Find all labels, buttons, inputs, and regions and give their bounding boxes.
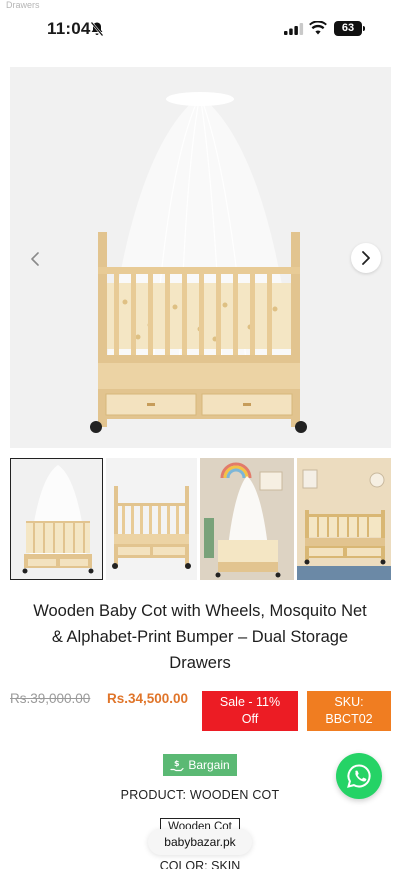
status-bar: 11:04 63 [0, 14, 400, 44]
sku-badge: SKU: BBCT02 [307, 691, 391, 731]
thumbnail-image [199, 458, 294, 580]
product-title-line: Wooden Baby Cot with Wheels, Mosquito Ne… [33, 602, 367, 620]
status-time: 11:04 [47, 19, 91, 38]
sale-badge-line: Off [241, 712, 259, 726]
product-main-image[interactable] [10, 67, 391, 448]
battery-icon: 63 [334, 21, 365, 36]
thumbnail-image [22, 465, 94, 574]
product-title-line: Drawers [169, 654, 231, 672]
chevron-left-icon [31, 252, 39, 266]
wifi-icon [309, 21, 327, 35]
breadcrumb: Drawers [6, 0, 40, 10]
whatsapp-chat-button[interactable] [336, 753, 382, 799]
thumbnail-2[interactable] [106, 458, 197, 580]
thumbnail-strip [10, 458, 391, 580]
carousel-prev-button[interactable] [20, 244, 50, 274]
product-color-line: COLOR: SKIN [159, 859, 241, 869]
svg-text:$: $ [174, 759, 180, 768]
cot-illustration [10, 67, 391, 448]
browser-url-bar[interactable]: babybazar.pk [148, 829, 252, 855]
thumbnail-3[interactable] [199, 458, 294, 580]
bargain-label: Bargain [188, 758, 230, 772]
thumbnail-image [296, 458, 391, 580]
carousel-next-button[interactable] [351, 243, 381, 273]
thumbnail-4[interactable] [296, 458, 391, 580]
sku-value: BBCT02 [325, 712, 373, 726]
product-title: Wooden Baby Cot with Wheels, Mosquito Ne… [6, 598, 394, 676]
chevron-right-icon [362, 251, 370, 265]
old-price: Rs.39,000.00 [10, 691, 91, 706]
product-title-line: & Alphabet-Print Bumper – Dual Storage [51, 628, 349, 646]
whatsapp-icon [347, 764, 371, 788]
signal-icon [284, 23, 304, 35]
bargain-button[interactable]: $ Bargain [163, 754, 237, 776]
sale-price: Rs.34,500.00 [107, 691, 189, 706]
sale-badge: Sale - 11% Off [202, 691, 298, 731]
hand-money-icon: $ [170, 759, 184, 772]
sale-badge-line: Sale - 11% [219, 695, 281, 709]
bell-slash-icon [90, 21, 104, 37]
thumbnail-1[interactable] [10, 458, 104, 580]
sku-label: SKU: [334, 695, 364, 709]
thumbnail-image [112, 486, 192, 569]
